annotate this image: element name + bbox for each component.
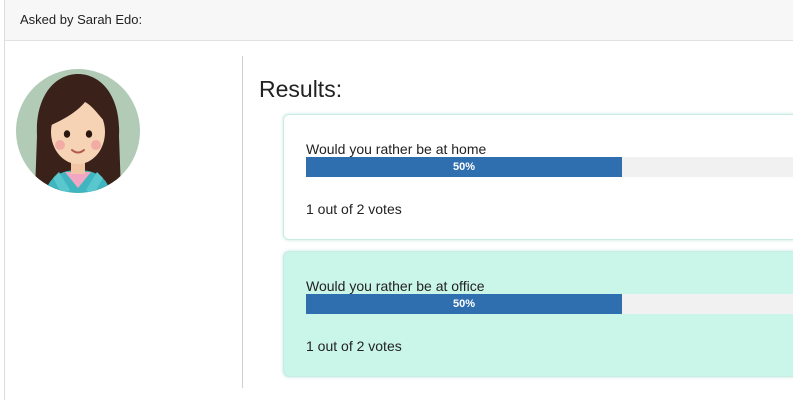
poll-card: Asked by Sarah Edo: Results: Would you r… [4, 0, 793, 400]
option-result-home: Would you rather be at home 50% 1 out of… [283, 114, 793, 240]
vertical-divider [242, 56, 243, 388]
progress-percent-label: 50% [452, 161, 476, 173]
option-text: Would you rather be at home [306, 141, 487, 157]
asked-by-label: Asked by Sarah Edo: [20, 12, 143, 27]
vote-count: 1 out of 2 votes [306, 201, 402, 217]
card-header: Asked by Sarah Edo: [5, 0, 793, 41]
progress-bar: 50% [306, 157, 793, 177]
progress-fill: 50% [306, 157, 622, 177]
girl-avatar-icon [15, 66, 141, 196]
option-text: Would you rather be at office [306, 278, 485, 294]
option-result-office: Would you rather be at office 50% 1 out … [283, 251, 793, 377]
progress-percent-label: 50% [452, 298, 476, 310]
vote-count: 1 out of 2 votes [306, 338, 402, 354]
results-title: Results: [259, 76, 343, 102]
progress-fill: 50% [306, 294, 622, 314]
progress-bar: 50% [306, 294, 793, 314]
